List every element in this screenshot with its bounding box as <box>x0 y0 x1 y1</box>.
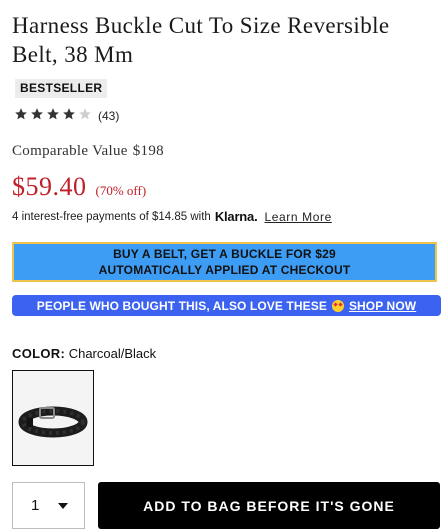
star-empty-icon <box>79 107 91 119</box>
promo-line-2: AUTOMATICALLY APPLIED AT CHECKOUT <box>98 263 351 277</box>
klarna-installments: 4 interest-free payments of $14.85 with … <box>12 209 332 224</box>
star-filled-icon <box>47 107 59 119</box>
price-row: $59.40 (70% off) <box>12 172 146 202</box>
quantity-select[interactable]: 1 <box>12 482 85 529</box>
comparable-value: Comparable Value $198 <box>12 143 164 160</box>
sale-price: $59.40 <box>12 172 87 201</box>
star-filled-icon <box>15 107 27 119</box>
belt-thumbnail-icon <box>18 406 88 438</box>
klarna-logo: Klarna. <box>214 209 258 224</box>
discount-label: (70% off) <box>95 183 147 198</box>
klarna-text: 4 interest-free payments of $14.85 with <box>12 210 211 223</box>
also-love-text: PEOPLE WHO BOUGHT THIS, ALSO LOVE THESE <box>36 298 327 313</box>
star-filled-icon <box>31 107 43 119</box>
promo-line-1: BUY A BELT, GET A BUCKLE FOR $29 <box>113 247 336 261</box>
chevron-down-icon <box>58 502 68 509</box>
rating[interactable]: (43) <box>14 107 119 125</box>
product-title: Harness Buckle Cut To Size Reversible Be… <box>12 13 390 67</box>
color-value: Charcoal/Black <box>68 346 157 361</box>
color-selector-label: COLOR: Charcoal/Black <box>12 346 156 361</box>
rating-count: (43) <box>98 109 120 123</box>
shop-now-link[interactable]: SHOP NOW <box>349 299 416 313</box>
comparable-price: $198 <box>132 143 164 159</box>
color-swatch-charcoal-black[interactable] <box>12 370 94 466</box>
quantity-value: 1 <box>31 497 40 514</box>
star-filled-icon <box>63 107 75 119</box>
add-to-bag-button[interactable]: ADD TO BAG BEFORE IT'S GONE <box>98 482 440 529</box>
rating-stars <box>14 107 94 126</box>
color-label: COLOR: <box>12 346 66 361</box>
bestseller-badge: BESTSELLER <box>15 79 108 98</box>
comparable-label: Comparable Value <box>12 143 128 159</box>
heart-eyes-emoji-icon <box>331 299 344 312</box>
buckle-promo-banner: BUY A BELT, GET A BUCKLE FOR $29 AUTOMAT… <box>12 242 437 282</box>
klarna-learn-more-link[interactable]: Learn More <box>264 210 331 224</box>
also-love-banner[interactable]: PEOPLE WHO BOUGHT THIS, ALSO LOVE THESE … <box>12 295 441 316</box>
